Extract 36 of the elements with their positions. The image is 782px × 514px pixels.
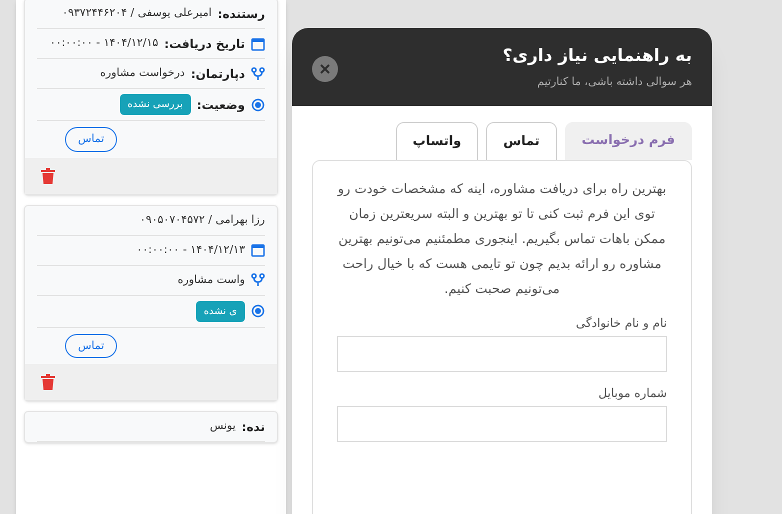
close-button[interactable]	[312, 56, 338, 82]
field-value: امیرعلی یوسفی / ۰۹۳۷۲۴۴۶۲۰۴	[62, 5, 212, 22]
intro-paragraph: بهترین راه برای دریافت مشاوره، اینه که مشخصات خودت رو توی این فرم ثبت کنی تا تو بهترین و البته سریعترین زمان ممکن باهات تماس بگیریم. اینجوری مطمئنیم می‌تونیم بهترین مشاوره رو ارائه بدیم چون تو تایمی هست که با خیال راحت می‌تونیم صحبت کنیم.	[337, 180, 667, 298]
calendar-icon	[251, 36, 265, 50]
call-button[interactable]: تماس	[65, 334, 118, 358]
close-icon	[319, 63, 331, 75]
target-icon	[251, 98, 265, 112]
field-label: رستنده:	[218, 6, 265, 22]
field-label: نده:	[242, 418, 265, 436]
field-label: نام و نام خانوادگی	[574, 314, 667, 332]
field-value: ۱۴۰۴/۱۲/۱۵ - ۰۰:۰۰:۰۰	[50, 35, 158, 52]
field-value: رزا بهرامی / ۰۹۰۵۰۷۰۴۵۷۲	[140, 212, 265, 228]
input-field[interactable]	[337, 336, 667, 372]
modal-subtitle: هر سوالی داشته باشی، ما کنارتیم	[536, 74, 692, 90]
branch-icon	[251, 273, 265, 287]
field-label: دپارتمان:	[190, 66, 245, 82]
field-label: تاریخ دریافت:	[164, 36, 245, 52]
field-value: واست مشاوره	[178, 272, 245, 288]
field-label: وضعیت:	[196, 96, 245, 114]
calendar-icon	[251, 243, 265, 257]
status-badge: بررسی نشده	[120, 94, 191, 115]
modal-tab[interactable]: تماس	[486, 122, 557, 160]
modal-title: به راهنمایی نیاز داری؟	[502, 45, 692, 68]
target-icon	[251, 304, 265, 318]
field-label: شماره موبایل	[597, 384, 667, 402]
field-value: ۱۴۰۴/۱۲/۱۳ - ۰۰:۰۰:۰۰	[136, 242, 245, 258]
trash-icon[interactable]	[41, 374, 55, 390]
input-field[interactable]	[337, 406, 667, 442]
field-value: یونس	[210, 418, 236, 434]
modal-tab[interactable]: فرم درخواست	[564, 122, 692, 160]
status-badge: ی نشده	[196, 300, 245, 322]
modal-tab[interactable]: واتساپ	[396, 122, 478, 160]
branch-icon	[251, 66, 265, 80]
field-value: درخواست مشاوره	[100, 65, 185, 82]
trash-icon[interactable]	[41, 168, 55, 184]
call-button[interactable]: تماس	[65, 127, 118, 152]
